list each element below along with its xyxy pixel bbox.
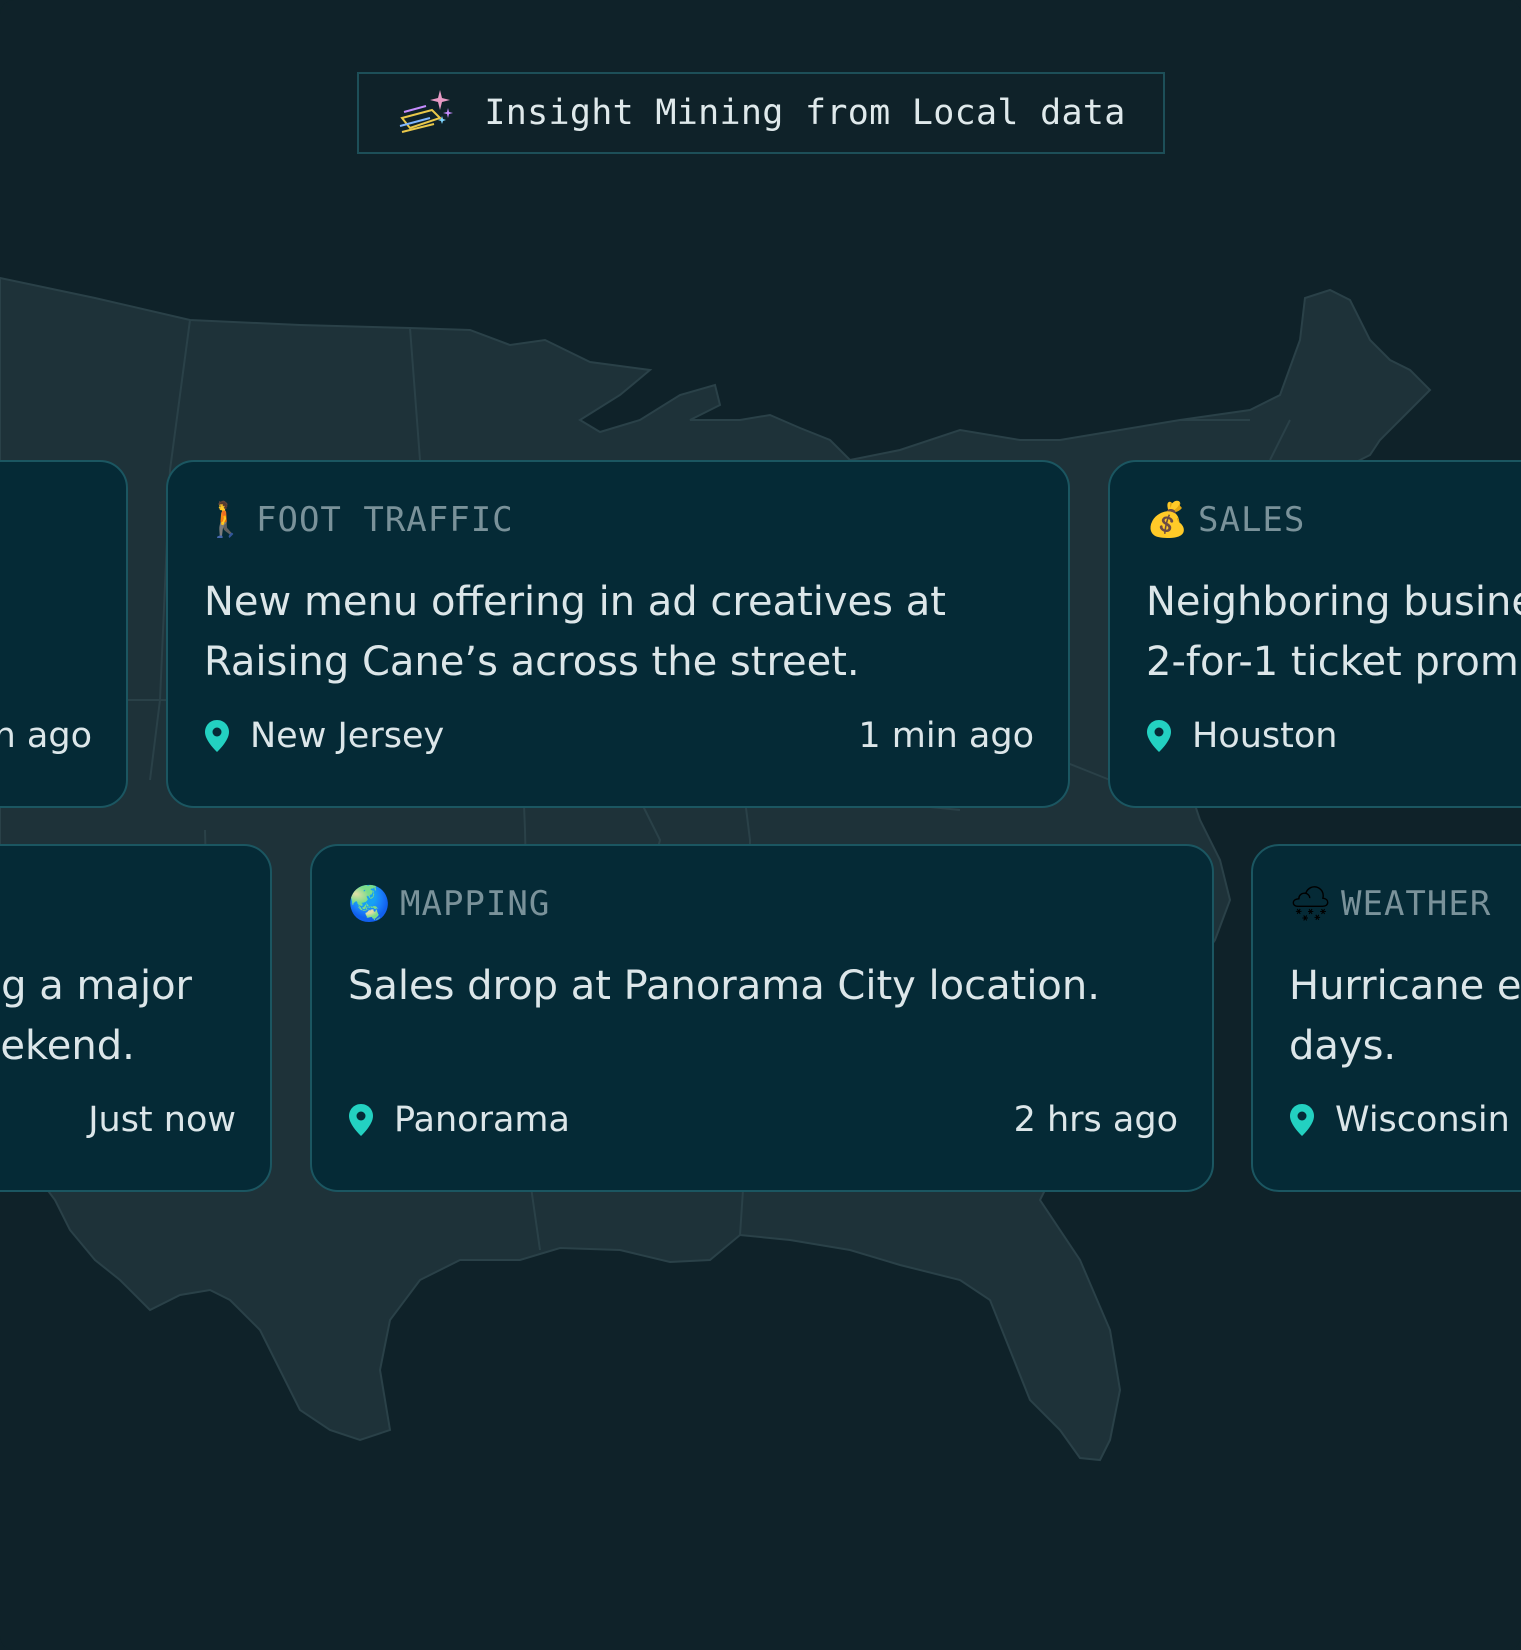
location-pin-icon: [349, 1104, 373, 1136]
us-map: [0, 276, 1432, 1462]
card-header: 💰 SALES: [1146, 500, 1305, 540]
card-text: Sales drop at Panorama City location.: [348, 956, 1192, 1016]
card-location-label: Houston: [1192, 716, 1338, 756]
cloud-snow-icon: 🌨: [1289, 884, 1333, 924]
card-text: New menu offering in ad creatives at Rai…: [204, 572, 1048, 692]
shooting-star-sparkles-icon: [400, 90, 454, 133]
card-time: 1 min ago: [858, 716, 1034, 756]
insight-card-partial-left-2[interactable]: ng a major eekend. Just now: [0, 844, 272, 1192]
card-header: 🌏 MAPPING: [348, 884, 550, 924]
globe-icon: 🌏: [348, 884, 391, 924]
card-footer: Wisconsin: [1289, 1100, 1521, 1140]
card-text-line: Neighboring busine: [1146, 579, 1521, 625]
card-category: FOOT TRAFFIC: [256, 500, 514, 540]
page-title: Insight Mining from Local data: [484, 93, 1126, 133]
card-footer: Just now: [0, 1100, 236, 1140]
card-text-line: Raising Cane’s across the street.: [204, 639, 860, 685]
card-location: Panorama: [348, 1100, 570, 1140]
card-time: 2 hrs ago: [1013, 1100, 1178, 1140]
card-text-line: Sales drop at Panorama City location.: [348, 963, 1100, 1009]
insight-card-weather[interactable]: 🌨 WEATHER Hurricane ex days. Wisconsin: [1251, 844, 1521, 1192]
card-text: Hurricane ex days.: [1289, 956, 1521, 1076]
insight-card-sales[interactable]: 💰 SALES Neighboring busine 2-for-1 ticke…: [1108, 460, 1521, 808]
card-location: New Jersey: [204, 716, 444, 756]
location-pin-icon: [205, 720, 229, 752]
card-location: Houston: [1146, 716, 1337, 756]
card-category: WEATHER: [1341, 884, 1492, 924]
card-text-line: New menu offering in ad creatives at: [204, 579, 946, 625]
location-pin-icon: [1290, 1104, 1314, 1136]
location-pin-icon: [1147, 720, 1171, 752]
card-text-line: Hurricane ex: [1289, 963, 1521, 1009]
money-bag-icon: 💰: [1146, 500, 1189, 540]
card-time: Just now: [88, 1100, 236, 1140]
card-text-line: eekend.: [0, 1023, 135, 1069]
card-header: 🌨 WEATHER: [1289, 884, 1491, 924]
person-walking-icon: 🚶: [204, 500, 247, 540]
card-footer: Panorama 2 hrs ago: [348, 1100, 1178, 1140]
card-header: 🚶 FOOT TRAFFIC: [204, 500, 514, 540]
card-time: n ago: [0, 716, 92, 756]
title-badge: Insight Mining from Local data: [357, 72, 1165, 154]
card-text-line: ng a major: [0, 963, 192, 1009]
card-text-line: 2-for-1 ticket prom: [1146, 639, 1519, 685]
insight-card-foot-traffic[interactable]: 🚶 FOOT TRAFFIC New menu offering in ad c…: [166, 460, 1070, 808]
card-text: Neighboring busine 2-for-1 ticket prom: [1146, 572, 1521, 692]
card-location-label: Panorama: [394, 1100, 570, 1140]
card-category: MAPPING: [400, 884, 551, 924]
card-text-line: days.: [1289, 1023, 1397, 1069]
card-location-label: New Jersey: [250, 716, 445, 756]
insight-card-mapping[interactable]: 🌏 MAPPING Sales drop at Panorama City lo…: [310, 844, 1214, 1192]
card-footer: Houston: [1146, 716, 1521, 756]
card-text: ng a major eekend.: [0, 956, 192, 1076]
insight-card-partial-left[interactable]: n ago: [0, 460, 128, 808]
card-footer: New Jersey 1 min ago: [204, 716, 1034, 756]
card-location: Wisconsin: [1289, 1100, 1510, 1140]
card-category: SALES: [1198, 500, 1306, 540]
card-location-label: Wisconsin: [1335, 1100, 1510, 1140]
insight-mining-panel: Insight Mining from Local data n ago 🚶 F…: [0, 0, 1521, 1650]
